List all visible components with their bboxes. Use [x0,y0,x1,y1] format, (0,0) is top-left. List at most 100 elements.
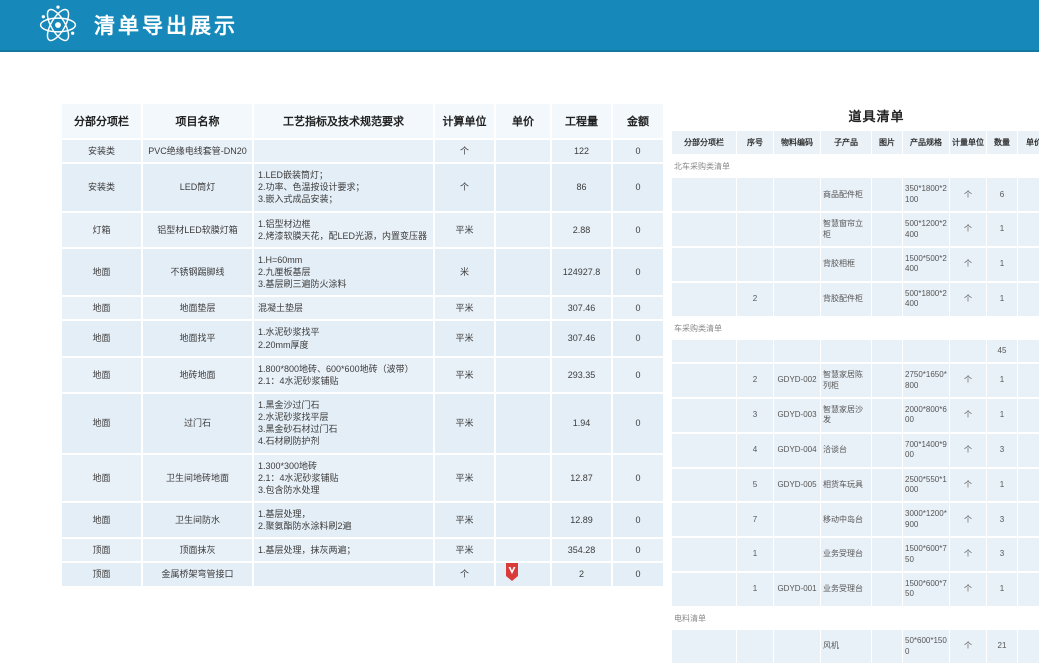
boq-cell: 个 [435,164,496,212]
props-cell [672,469,737,504]
boq-cell: 0 [613,503,665,539]
boq-cell: 灯箱 [62,213,143,249]
props-cell: 1500*500*2400 [903,248,950,283]
props-cell: 21 [987,630,1018,665]
boq-cell: 地面 [62,297,143,321]
props-cell: 1 [987,573,1018,608]
props-cell: 500*1800*2400 [903,283,950,318]
props-cell [672,248,737,283]
props-cell [1018,364,1039,399]
boq-cell: 0 [613,455,665,503]
props-cell [821,340,872,364]
boq-cell: 顶面抹灰 [143,539,254,563]
boq-cell: 地面 [62,503,143,539]
props-cell [950,340,987,364]
boq-cell [496,321,552,357]
boq-cell: 0 [613,539,665,563]
props-cell: 2 [737,283,774,318]
boq-cell [496,297,552,321]
props-cell: 5 [737,469,774,504]
boq-cell [496,213,552,249]
props-cell [1018,469,1039,504]
boq-cell: 平米 [435,321,496,357]
props-cell [872,469,903,504]
props-cell [672,503,737,538]
boq-cell: 地面 [62,394,143,455]
props-column-header: 子产品 [821,131,872,156]
boq-cell: 0 [613,563,665,587]
table-row: 地面地面找平1.水泥砂浆找平 2.20mm厚度平米307.460 [62,321,665,357]
boq-column-header: 工艺指标及技术规范要求 [254,104,435,140]
boq-cell: 0 [613,249,665,297]
props-cell: 个 [950,283,987,318]
props-cell [872,364,903,399]
props-cell [672,399,737,434]
boq-cell: 金属桥架弯管接口 [143,563,254,587]
section-label: 车采购类清单 [672,318,1039,340]
brand-logo [504,562,520,582]
props-cell: 个 [950,573,987,608]
table-row: 地面不锈钢踢脚线1.H=60mm 2.九厘板基层 3.基层刷三遍防火涂料米124… [62,249,665,297]
section-label-row: 北车采购类清单 [672,156,1039,178]
boq-cell: 1.基层处理， 2.聚氨酯防水涂料刷2遍 [254,503,435,539]
props-table-title: 道具清单 [672,104,1039,131]
props-cell: 风机 [821,630,872,665]
boq-cell: 混凝土垫层 [254,297,435,321]
props-cell [872,399,903,434]
props-cell [1018,178,1039,213]
table-row: 5GDYD-005相货车玩具2500*550*1000个1 [672,469,1039,504]
boq-cell: 1.H=60mm 2.九厘板基层 3.基层刷三遍防火涂料 [254,249,435,297]
boq-cell: 地面找平 [143,321,254,357]
props-panel: 道具清单 分部分项栏序号物料编码子产品图片产品规格计量单位数量单价总价备注 北车… [672,104,1039,665]
boq-column-header: 工程量 [552,104,613,140]
boq-cell: 平米 [435,394,496,455]
props-cell [737,178,774,213]
table-row: 地面卫生间防水1.基层处理， 2.聚氨酯防水涂料刷2遍平米12.890 [62,503,665,539]
table-row: 2背胶配件柜500*1800*2400个1 [672,283,1039,318]
boq-cell: 顶面 [62,563,143,587]
boq-cell: 米 [435,249,496,297]
boq-column-header: 分部分项栏 [62,104,143,140]
boq-cell [496,140,552,164]
props-cell: 3 [737,399,774,434]
boq-cell: 1.基层处理，抹灰两遍； [254,539,435,563]
props-cell: 2750*1650*800 [903,364,950,399]
props-column-header: 图片 [872,131,903,156]
boq-cell: 安装类 [62,140,143,164]
props-cell [872,434,903,469]
props-cell: 1 [987,283,1018,318]
page-title: 清单导出展示 [94,10,238,40]
props-column-header: 序号 [737,131,774,156]
props-cell: 7 [737,503,774,538]
props-column-header: 计量单位 [950,131,987,156]
boq-cell: 地面 [62,358,143,394]
table-row: 地面过门石1.黑金沙过门石 2.水泥砂浆找平层 3.黑金砂石材过门石 4.石材刷… [62,394,665,455]
props-cell [1018,538,1039,573]
props-cell [774,248,821,283]
props-cell [672,434,737,469]
props-cell: 商品配件柜 [821,178,872,213]
props-cell [1018,283,1039,318]
boq-cell: 平米 [435,213,496,249]
props-cell: 3 [987,538,1018,573]
props-cell: GDYD-002 [774,364,821,399]
table-row: 商品配件柜350*1800*2100个6 [672,178,1039,213]
props-cell: 1 [987,399,1018,434]
props-cell: 1 [987,364,1018,399]
props-cell: 相货车玩具 [821,469,872,504]
table-row: 背胶相框1500*500*2400个1 [672,248,1039,283]
boq-column-header: 金额 [613,104,665,140]
props-cell [672,364,737,399]
table-row: 2GDYD-002智慧家居陈列柜2750*1650*800个1 [672,364,1039,399]
props-cell: 个 [950,538,987,573]
props-table: 分部分项栏序号物料编码子产品图片产品规格计量单位数量单价总价备注 北车采购类清单… [672,131,1039,665]
props-cell: 智慧家居沙发 [821,399,872,434]
table-row: 地面地面垫层混凝土垫层平米307.460 [62,297,665,321]
boq-cell: 86 [552,164,613,212]
props-cell: 个 [950,503,987,538]
boq-cell: 1.800*800地砖、600*600地砖（波带） 2.1：4水泥砂浆铺贴 [254,358,435,394]
boq-cell: 0 [613,321,665,357]
boq-cell: 307.46 [552,321,613,357]
props-cell [1018,340,1039,364]
boq-cell: 平米 [435,297,496,321]
